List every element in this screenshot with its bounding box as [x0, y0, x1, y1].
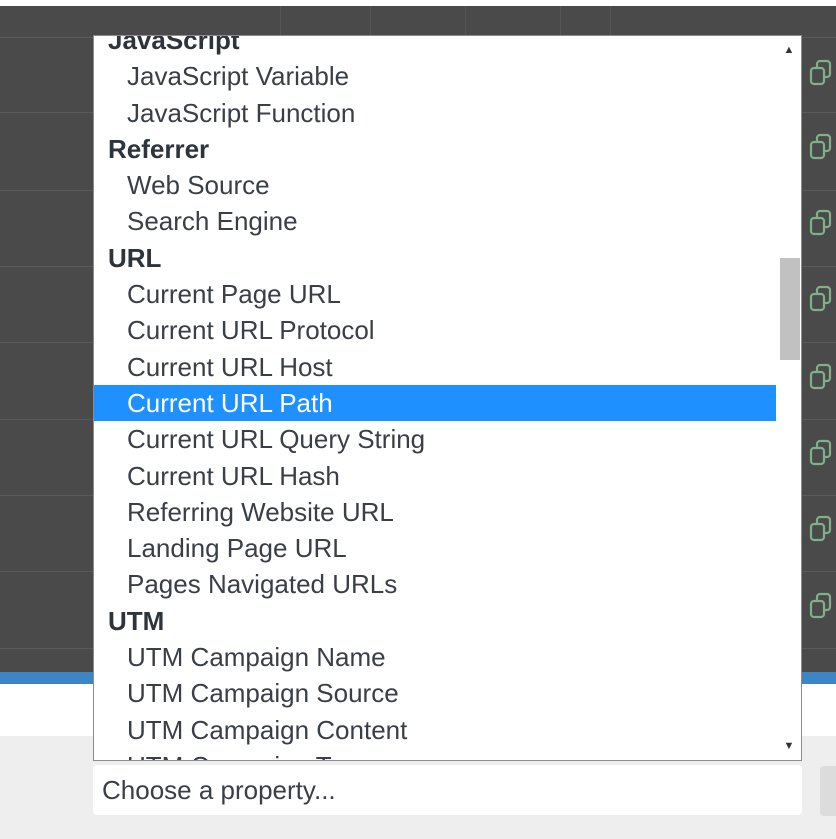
option-item[interactable]: Web Source	[94, 167, 776, 203]
option-list: JavaScript JavaScript Variable JavaScript …	[94, 35, 776, 760]
scrollbar-thumb[interactable]	[780, 258, 800, 360]
duplicate-icon[interactable]	[809, 438, 836, 468]
duplicate-icon[interactable]	[809, 514, 836, 544]
option-item[interactable]: UTM Campaign Term	[94, 748, 776, 760]
duplicate-icon[interactable]	[809, 591, 836, 621]
option-item[interactable]: UTM Campaign Name	[94, 639, 776, 675]
dropdown-scrollbar[interactable]: ▲ ▼	[777, 36, 801, 760]
duplicate-icon[interactable]	[809, 362, 836, 392]
duplicate-icon[interactable]	[809, 208, 836, 238]
background-top-edge	[0, 0, 836, 6]
option-item[interactable]: Current URL Protocol	[94, 312, 776, 348]
triangle-down-icon[interactable]: ▼	[777, 734, 801, 758]
select-placeholder: Choose a property...	[102, 775, 336, 805]
option-item[interactable]: Pages Navigated URLs	[94, 566, 776, 602]
option-item[interactable]: UTM Campaign Source	[94, 675, 776, 711]
option-item[interactable]: JavaScript Function	[94, 95, 776, 131]
option-item[interactable]: Search Engine	[94, 203, 776, 239]
duplicate-icon[interactable]	[809, 132, 836, 162]
option-group-label: Referrer	[108, 133, 210, 164]
option-group-label: JavaScript	[108, 35, 240, 55]
option-item[interactable]: UTM Campaign Content	[94, 712, 776, 748]
option-item[interactable]: Current URL Host	[94, 349, 776, 385]
option-group-label: URL	[108, 242, 162, 273]
option-item[interactable]: JavaScript Variable	[94, 58, 776, 94]
option-item[interactable]: Current URL Path	[94, 384, 776, 422]
triangle-up-icon[interactable]: ▲	[777, 38, 801, 62]
duplicate-icon[interactable]	[809, 58, 836, 88]
option-group-label: UTM	[108, 605, 165, 636]
property-select-input[interactable]: Choose a property...	[93, 765, 802, 815]
footer-button[interactable]	[820, 766, 836, 816]
option-item[interactable]: Referring Website URL	[94, 494, 776, 530]
option-item[interactable]: Current URL Query String	[94, 421, 776, 457]
option-item[interactable]: Current Page URL	[94, 276, 776, 312]
property-dropdown-list[interactable]: JavaScript JavaScript Variable JavaScript …	[93, 35, 802, 761]
duplicate-icon[interactable]	[809, 284, 836, 314]
option-item[interactable]: Landing Page URL	[94, 530, 776, 566]
option-item[interactable]: Current URL Hash	[94, 458, 776, 494]
